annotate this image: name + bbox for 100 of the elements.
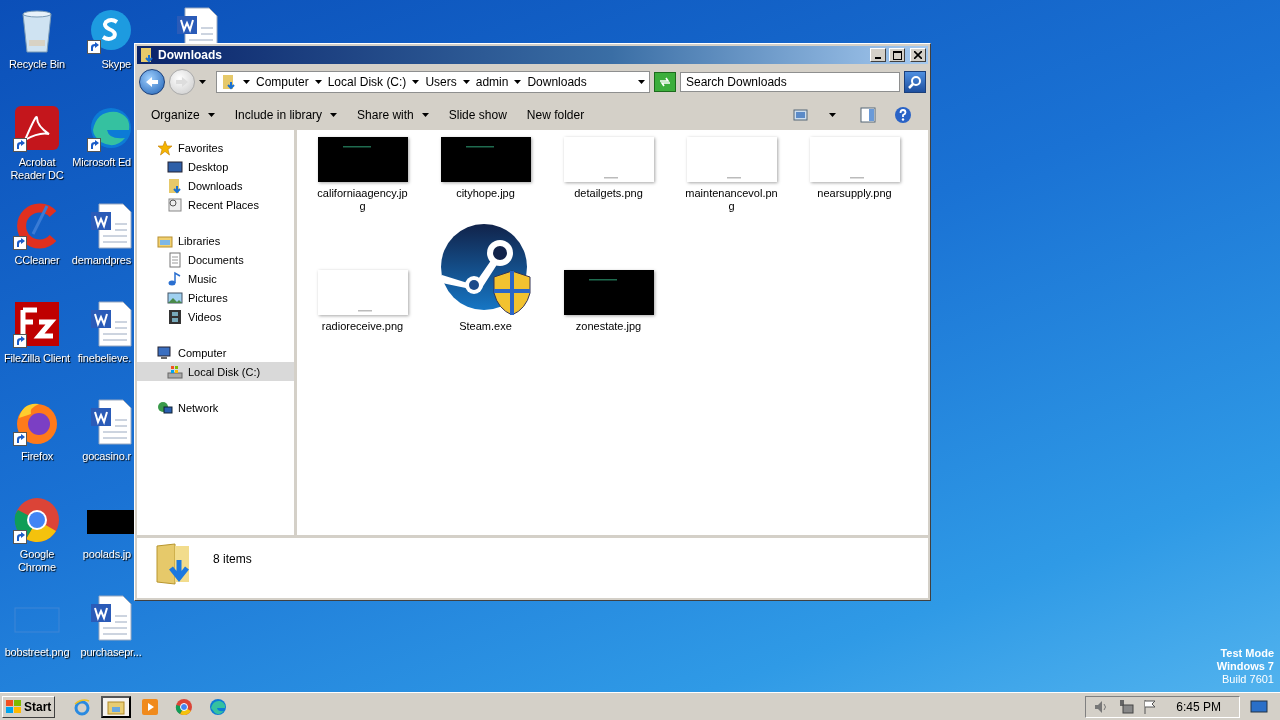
windows-logo-icon bbox=[6, 699, 22, 714]
start-button[interactable]: Start bbox=[2, 695, 56, 718]
clock: 6:45 PM bbox=[1176, 699, 1221, 714]
network-icon[interactable] bbox=[1118, 698, 1135, 715]
nav-item[interactable]: Pictures bbox=[137, 288, 294, 307]
network-icon bbox=[157, 399, 173, 416]
desktop-icon-label[interactable]: demandpres bbox=[71, 254, 131, 267]
caret-icon bbox=[829, 113, 836, 117]
desktop-icon-label[interactable]: gocasino.r bbox=[82, 450, 131, 463]
toolbar-button[interactable]: Share with bbox=[349, 105, 437, 125]
file-name[interactable]: nearsupply.png bbox=[806, 187, 903, 200]
caret-icon bbox=[514, 80, 522, 84]
app-icon bbox=[439, 223, 532, 315]
caret-icon bbox=[207, 113, 215, 117]
desktop-icon-label[interactable]: FileZilla Client bbox=[4, 352, 70, 365]
file-name[interactable]: detailgets.png bbox=[560, 187, 657, 200]
desktop-icon-label[interactable]: Firefox bbox=[20, 450, 54, 463]
os-notice-text: Test Mode bbox=[1220, 647, 1274, 660]
caret-icon bbox=[243, 80, 250, 84]
search-icon bbox=[908, 75, 922, 89]
breadcrumb[interactable]: Users bbox=[425, 75, 457, 89]
ftp-app-icon bbox=[13, 300, 61, 348]
refresh-button[interactable] bbox=[654, 72, 676, 92]
pictures-icon bbox=[167, 289, 183, 306]
file-name[interactable]: Steam.exe bbox=[437, 320, 534, 333]
nav-item[interactable]: Recent Places bbox=[137, 195, 294, 214]
film-icon bbox=[167, 308, 183, 325]
desktop-icon-label[interactable]: CCleaner bbox=[14, 254, 60, 267]
music-note-icon bbox=[167, 270, 183, 287]
caret-icon bbox=[462, 80, 470, 84]
desktop-icon-label[interactable]: finebelieve. bbox=[77, 352, 131, 365]
browser-icon bbox=[13, 496, 61, 544]
caret-icon bbox=[330, 113, 338, 117]
file-name[interactable]: cityhope.jpg bbox=[437, 187, 534, 200]
toolbar-button[interactable]: Include in library bbox=[226, 105, 346, 125]
back-button[interactable] bbox=[139, 69, 165, 95]
desktop-icon-label[interactable]: Acrobat Reader DC bbox=[0, 156, 74, 182]
desktop-icon-label[interactable]: Recycle Bin bbox=[9, 58, 65, 71]
breadcrumb[interactable]: Computer bbox=[256, 75, 309, 89]
breadcrumb[interactable]: Downloads bbox=[527, 75, 587, 89]
caret-icon bbox=[638, 80, 645, 84]
desktop-icon-label[interactable]: Microsoft Ed bbox=[72, 156, 131, 169]
browser-icon bbox=[175, 697, 194, 716]
breadcrumb[interactable]: Local Disk (C:) bbox=[327, 75, 407, 89]
search-field[interactable]: Search Downloads bbox=[680, 72, 900, 92]
search-button[interactable] bbox=[904, 71, 926, 93]
desktop-icon-label[interactable]: Google Chrome bbox=[0, 548, 74, 574]
desktop-icon-label[interactable]: Skype bbox=[101, 58, 131, 71]
nav-item[interactable]: Videos bbox=[137, 307, 294, 326]
toolbar-button[interactable]: Organize bbox=[143, 105, 223, 125]
file-name[interactable]: radioreceive.png bbox=[314, 320, 411, 333]
breadcrumb[interactable]: admin bbox=[475, 75, 509, 89]
desktop-icon-label[interactable]: poolads.jp bbox=[82, 548, 131, 561]
nav-item[interactable]: Computer bbox=[137, 343, 294, 362]
computer-icon bbox=[157, 344, 173, 361]
taskbar-button[interactable] bbox=[101, 695, 132, 718]
nav-item[interactable]: Desktop bbox=[137, 157, 294, 176]
nav-item[interactable]: Libraries bbox=[137, 231, 294, 250]
media-player-icon bbox=[141, 697, 160, 716]
recent-places-icon bbox=[167, 196, 183, 213]
caret-icon bbox=[421, 113, 429, 117]
file-name[interactable]: californiaagency.jpg bbox=[314, 187, 411, 213]
disk-drive-icon bbox=[167, 363, 183, 380]
download-folder-icon bbox=[155, 542, 191, 586]
caret-icon bbox=[199, 80, 206, 84]
nav-item[interactable]: Documents bbox=[137, 250, 294, 269]
toolbar-button[interactable]: New folder bbox=[518, 105, 593, 125]
download-folder-icon bbox=[139, 47, 155, 63]
help-icon[interactable] bbox=[894, 106, 912, 124]
nav-item[interactable]: Network bbox=[137, 398, 294, 417]
desktop-icon bbox=[167, 158, 183, 175]
item-count: 8 items bbox=[213, 552, 252, 566]
desktop-icon-label[interactable]: purchasepr... bbox=[80, 646, 142, 659]
nav-item[interactable]: Favorites bbox=[137, 138, 294, 157]
toolbar-button[interactable]: Slide show bbox=[440, 105, 515, 125]
refresh-icon bbox=[658, 76, 672, 88]
caret-icon bbox=[314, 80, 322, 84]
minimize-button[interactable] bbox=[870, 48, 886, 62]
document-icon bbox=[167, 251, 183, 268]
download-folder-icon bbox=[221, 74, 237, 90]
file-name[interactable]: maintenancevol.png bbox=[683, 187, 780, 213]
close-button[interactable] bbox=[910, 48, 926, 62]
show-desktop-icon[interactable] bbox=[1250, 698, 1268, 715]
browser-icon bbox=[209, 697, 228, 716]
os-notice-text: Windows 7 bbox=[1216, 660, 1274, 673]
nav-item[interactable]: Music bbox=[137, 269, 294, 288]
pdf-reader-icon bbox=[13, 104, 61, 152]
nav-item[interactable]: Local Disk (C:) bbox=[137, 362, 294, 381]
nav-item[interactable]: Downloads bbox=[137, 176, 294, 195]
address-bar[interactable]: Computer Local Disk (C:) Users admin Downloads bbox=[216, 71, 650, 93]
right-arrow-icon bbox=[175, 76, 189, 88]
desktop-icon-label[interactable]: bobstreet.png bbox=[4, 646, 70, 659]
left-arrow-icon bbox=[145, 76, 159, 88]
maximize-icon bbox=[892, 50, 902, 60]
view-icon[interactable] bbox=[793, 108, 809, 122]
caret-icon bbox=[412, 80, 420, 84]
file-name[interactable]: zonestate.jpg bbox=[560, 320, 657, 333]
download-folder-icon bbox=[167, 177, 183, 194]
preview-pane-icon[interactable] bbox=[860, 107, 876, 123]
maximize-button[interactable] bbox=[889, 48, 905, 62]
